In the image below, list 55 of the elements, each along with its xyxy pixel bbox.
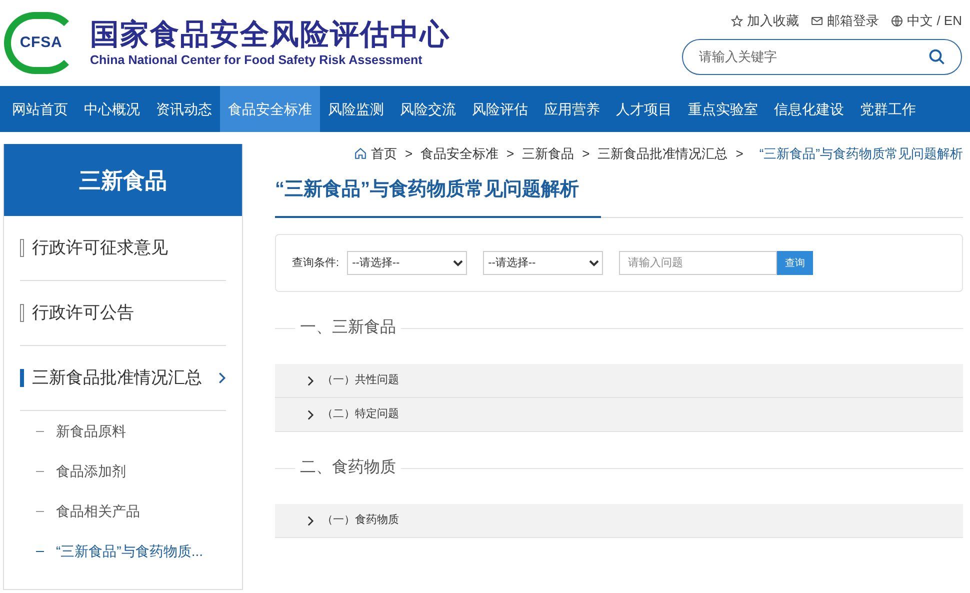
query-button[interactable]: 查询 <box>777 251 814 275</box>
sidebar-item[interactable]: 三新食品批准情况汇总 <box>20 346 226 411</box>
breadcrumb-separator: > <box>506 145 514 163</box>
breadcrumb-separator: > <box>404 145 413 163</box>
sidebar-subitem[interactable]: 食品相关产品 <box>20 491 226 531</box>
breadcrumb-separator: > <box>736 145 744 163</box>
nav-tab[interactable]: 风险监测 <box>320 86 392 132</box>
section-heading: 一、三新食品 <box>299 318 397 338</box>
sidebar-subitem[interactable]: 新食品原料 <box>20 411 226 451</box>
sidebar-item[interactable]: 行政许可征求意见 <box>20 216 226 281</box>
nav-tab[interactable]: 食品安全标准 <box>220 86 320 132</box>
nav-tab[interactable]: 应用营养 <box>536 86 608 132</box>
question-field[interactable]: 请输入问题 <box>619 251 778 275</box>
chevron-right-icon <box>307 408 314 420</box>
breadcrumb-link[interactable]: 三新食品批准情况汇总 <box>598 144 728 164</box>
nav-tab[interactable]: 信息化建设 <box>766 86 852 132</box>
dropdown-select[interactable]: --请选择-- <box>347 251 468 275</box>
breadcrumb-link[interactable]: 三新食品 <box>522 144 574 164</box>
sidebar-subitem[interactable]: “三新食品”与食药物质... <box>20 531 226 571</box>
top-link[interactable]: 中文 / EN <box>891 11 962 31</box>
nav-tab[interactable]: 资讯动态 <box>148 86 220 132</box>
section-heading: 二、食药物质 <box>299 458 397 478</box>
mail-icon <box>811 15 824 27</box>
chevron-right-icon <box>218 371 226 385</box>
breadcrumb-separator: > <box>582 145 590 163</box>
chevron-right-icon <box>307 514 314 526</box>
chevron-right-icon <box>307 374 314 386</box>
breadcrumb-link[interactable]: 首页 <box>370 144 397 164</box>
nav-tab[interactable]: 重点实验室 <box>680 86 766 132</box>
site-title: 国家食品安全风险评估中心 <box>90 18 450 52</box>
nav-tab[interactable]: 风险评估 <box>464 86 536 132</box>
globe-icon <box>891 15 904 27</box>
search-field[interactable]: 请输入关键字 <box>682 38 962 75</box>
nav-tab[interactable]: 党群工作 <box>852 86 924 132</box>
accordion-row[interactable]: （二）特定问题 <box>275 398 963 432</box>
sidebar-subitem[interactable]: 食品添加剂 <box>20 451 226 491</box>
query-label: 查询条件: <box>292 256 340 271</box>
page-title: “三新食品”与食药物质常见问题解析 <box>275 176 601 218</box>
sidebar-item[interactable]: 行政许可公告 <box>20 281 226 346</box>
accordion-row[interactable]: （一）共性问题 <box>275 364 963 398</box>
sidebar-title: 三新食品 <box>4 144 242 216</box>
nav-tab[interactable]: 中心概况 <box>76 86 148 132</box>
breadcrumb-link[interactable]: 食品安全标准 <box>420 144 499 164</box>
accordion-row[interactable]: （一）食药物质 <box>275 504 963 538</box>
breadcrumb-link[interactable]: “三新食品”与食药物质常见问题解析 <box>759 144 963 164</box>
site-subtitle: China National Center for Food Safety Risk Assessment <box>90 52 424 68</box>
top-link[interactable]: 邮箱登录 <box>811 11 880 31</box>
nav-tab[interactable]: 人才项目 <box>608 86 680 132</box>
dropdown-select[interactable]: --请选择-- <box>483 251 604 275</box>
search-icon[interactable] <box>928 48 946 66</box>
star-icon <box>731 15 744 27</box>
nav-tab[interactable]: 风险交流 <box>392 86 464 132</box>
home-icon <box>354 147 367 160</box>
nav-tab[interactable]: 网站首页 <box>4 86 76 132</box>
top-link[interactable]: 加入收藏 <box>731 11 800 31</box>
